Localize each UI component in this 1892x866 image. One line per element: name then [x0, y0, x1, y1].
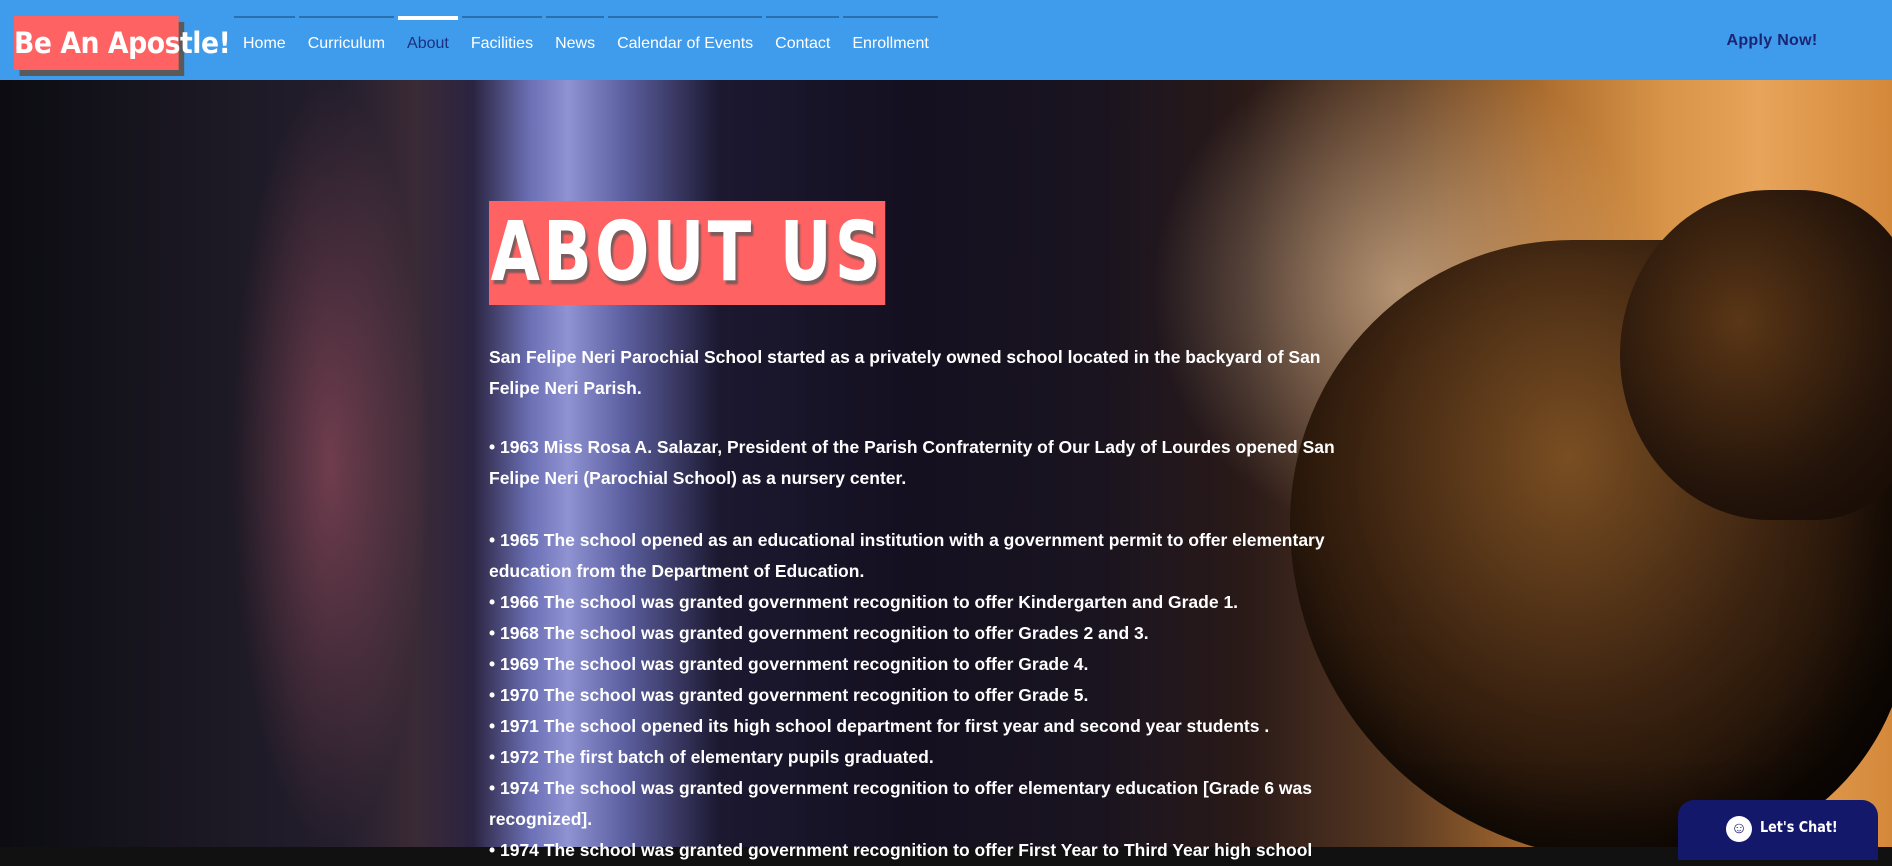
- nav-item-label: About: [407, 35, 449, 52]
- chat-widget-button[interactable]: ☺ Let's Chat!: [1678, 800, 1878, 860]
- site-header: Be An Apostle! Home Curriculum About Fac…: [0, 0, 1892, 80]
- nav-item-label: Contact: [775, 35, 831, 52]
- timeline-item: • 1970 The school was granted government…: [489, 685, 1089, 705]
- timeline-item: • 1965 The school opened as an education…: [489, 530, 1325, 581]
- history-section: • 1963 Miss Rosa A. Salazar, President o…: [489, 432, 1369, 866]
- background-glow: [230, 80, 430, 847]
- timeline-item: • 1974 The school was granted government…: [489, 840, 1313, 860]
- nav-item-enrollment[interactable]: Enrollment: [843, 16, 939, 66]
- timeline-item: • 1974 The school was granted government…: [489, 778, 1312, 829]
- apply-now-button[interactable]: Apply Now!: [1712, 26, 1832, 56]
- nav-item-about[interactable]: About: [398, 16, 458, 66]
- nav-item-curriculum[interactable]: Curriculum: [298, 16, 395, 66]
- site-logo[interactable]: Be An Apostle!: [14, 16, 231, 70]
- nav-item-label: Facilities: [470, 35, 534, 52]
- nav-item-contact[interactable]: Contact: [766, 16, 840, 66]
- timeline-item: • 1972 The first batch of elementary pup…: [489, 747, 934, 767]
- timeline-item: • 1968 The school was granted government…: [489, 623, 1149, 643]
- history-paragraph: • 1963 Miss Rosa A. Salazar, President o…: [489, 437, 1335, 488]
- chat-label: Let's Chat!: [1760, 818, 1838, 836]
- nav-item-calendar[interactable]: Calendar of Events: [608, 16, 763, 66]
- smiley-icon: ☺: [1726, 816, 1752, 842]
- nav-item-home[interactable]: Home: [234, 16, 295, 66]
- nav-item-label: Curriculum: [307, 35, 386, 52]
- page-title: ABOUT US: [489, 200, 886, 305]
- main-nav: Home Curriculum About Facilities News Ca…: [234, 16, 942, 66]
- intro-text: San Felipe Neri Parochial School started…: [489, 342, 1369, 435]
- nav-item-label: News: [555, 35, 596, 52]
- nav-item-facilities[interactable]: Facilities: [461, 16, 543, 66]
- nav-item-label: Home: [243, 35, 286, 52]
- nav-item-label: Calendar of Events: [617, 35, 754, 52]
- nav-item-label: Enrollment: [852, 35, 929, 52]
- nav-item-news[interactable]: News: [546, 16, 605, 66]
- timeline-item: • 1971 The school opened its high school…: [489, 716, 1270, 736]
- timeline-item: • 1966 The school was granted government…: [489, 592, 1239, 612]
- intro-paragraph: San Felipe Neri Parochial School started…: [489, 347, 1321, 398]
- timeline-item: • 1969 The school was granted government…: [489, 654, 1089, 674]
